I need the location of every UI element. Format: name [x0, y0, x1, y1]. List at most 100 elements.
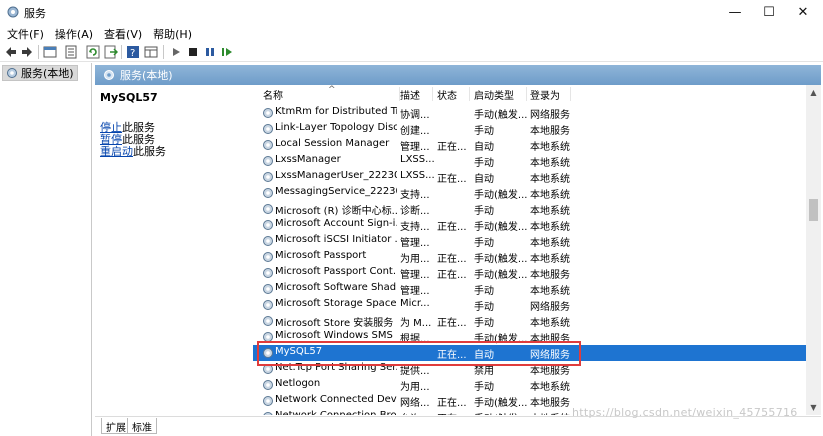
table-row[interactable]: Microsoft Software Shad... 管理... 手动 本地系统 [253, 281, 806, 297]
table-row[interactable]: Microsoft Passport 为用... 正在... 手动(触发... 本地系统 [253, 249, 806, 265]
table-row[interactable]: Local Session Manager 管理... 正在... 自动 本地系统 [253, 137, 806, 153]
table-row[interactable]: MessagingService_22230...支持... 手动(触发...本地… [253, 185, 806, 201]
table-row[interactable]: Microsoft Account Sign-i... 支持... 正在... 手动(… [253, 217, 806, 233]
services-gear-icon [104, 70, 114, 80]
cell-name: Microsoft Account Sign-i... [275, 218, 397, 229]
menu-help[interactable]: 帮助(H) [146, 24, 192, 42]
table-row[interactable]: Microsoft Storage Space... Micr... 手动 网络服务 [253, 297, 806, 313]
service-gear-icon [263, 268, 273, 278]
title-bar: 服务 — ☐ ✕ [0, 0, 823, 24]
cell-startup: 手动(触发... [474, 270, 528, 281]
properties-icon[interactable] [64, 45, 78, 59]
column-header-row: 名称 ^ 描述 状态 启动类型 登录为 [253, 85, 806, 103]
scroll-up-icon[interactable]: ▲ [806, 85, 821, 100]
cell-status: 正在... [437, 142, 467, 153]
start-service-icon[interactable] [169, 45, 183, 59]
cell-startup: 手动(触发... [474, 410, 528, 415]
table-row[interactable]: Microsoft Passport Cont... 管理... 正在... 手动(触… [253, 265, 806, 281]
table-row[interactable]: LxssManager LXSS... 手动 本地系统 [253, 153, 806, 169]
scroll-down-icon[interactable]: ▼ [806, 400, 821, 415]
cell-logon: 本地服务 [530, 270, 570, 281]
description-panel: MySQL57 停止此服务 暂停此服务 重启动此服务 [95, 85, 251, 415]
menu-file[interactable]: 文件(F) [0, 24, 44, 42]
cell-name: Microsoft Software Shad... [275, 282, 397, 293]
column-logon-as[interactable]: 登录为 [527, 87, 571, 102]
cell-logon: 网络服务 [530, 302, 570, 313]
help-icon[interactable]: ? [126, 45, 140, 59]
cell-name: Microsoft Storage Space... [275, 298, 397, 309]
restart-service-icon[interactable] [220, 45, 234, 59]
vertical-scrollbar[interactable]: ▲ ▼ [806, 85, 821, 415]
cell-name: Netlogon [275, 378, 321, 389]
table-row[interactable]: Microsoft (R) 诊断中心标... 诊断... 手动 本地系统 [253, 201, 806, 217]
svg-text:?: ? [130, 48, 135, 59]
pane-header: 服务(本地) [95, 65, 821, 85]
cell-name: Microsoft Store 安装服务 [275, 318, 394, 329]
service-gear-icon [263, 380, 273, 390]
view-icon[interactable] [144, 45, 158, 59]
service-gear-icon [263, 220, 273, 230]
export-icon[interactable] [104, 45, 118, 59]
toolbar: ? [0, 42, 823, 62]
column-status[interactable]: 状态 [434, 87, 470, 102]
stop-service-icon[interactable] [186, 45, 200, 59]
table-row[interactable]: Microsoft Store 安装服务为 M... 正在... 手动 本地系统 [253, 313, 806, 329]
service-gear-icon [263, 396, 273, 406]
column-startup-label: 启动类型 [474, 91, 514, 102]
menu-action[interactable]: 操作(A) [48, 24, 93, 42]
cell-desc: 管理... [400, 142, 430, 153]
tree-item-services-local[interactable]: 服务(本地) [2, 65, 78, 81]
cell-status: 正在... [437, 222, 467, 233]
service-gear-icon [263, 284, 273, 294]
cell-startup: 手动 [474, 318, 494, 329]
cell-name: Microsoft iSCSI Initiator ... [275, 234, 397, 245]
cell-name: Link-Layer Topology Disc... [275, 122, 397, 133]
cell-logon: 本地系统 [530, 190, 570, 201]
restart-service-link[interactable]: 重启动 [100, 145, 133, 158]
cell-desc: 创建... [400, 126, 430, 137]
pause-service-icon[interactable] [203, 45, 217, 59]
table-row[interactable]: Link-Layer Topology Disc... 创建... 手动 本地服务 [253, 121, 806, 137]
table-row[interactable]: LxssManagerUser_22230... LXSS... 正在... 自动 本地… [253, 169, 806, 185]
cell-desc: 协调... [400, 110, 430, 121]
cell-name: LxssManager [275, 154, 341, 165]
cell-desc: 支持... [400, 222, 430, 233]
cell-startup: 手动(触发... [474, 222, 528, 233]
service-gear-icon [263, 316, 273, 326]
table-row[interactable]: Microsoft iSCSI Initiator ... 管理... 手动 本地系统 [253, 233, 806, 249]
column-startup-type[interactable]: 启动类型 [471, 87, 527, 102]
cell-logon: 本地系统 [530, 174, 570, 185]
table-row[interactable]: Netlogon 为用... 手动 本地系统 [253, 377, 806, 393]
forward-icon[interactable] [20, 45, 34, 59]
toolbar-separator [163, 45, 164, 59]
column-description[interactable]: 描述 [397, 87, 433, 102]
cell-desc: 为用... [400, 382, 430, 393]
cell-status: 正在... [437, 318, 467, 329]
table-row[interactable]: KtmRm for Distributed Tr... 协调... 手动(触发...… [253, 105, 806, 121]
close-button[interactable]: ✕ [786, 0, 820, 24]
cell-desc: 支持... [400, 190, 430, 201]
cell-logon: 本地系统 [530, 222, 570, 233]
console-tree-icon[interactable] [43, 45, 57, 59]
pane-title: 服务(本地) [120, 69, 173, 82]
cell-startup: 手动 [474, 302, 494, 313]
cell-startup: 手动 [474, 382, 494, 393]
cell-logon: 本地系统 [530, 142, 570, 153]
refresh-icon[interactable] [86, 45, 100, 59]
tab-standard[interactable]: 标准 [127, 418, 157, 434]
column-name[interactable]: 名称 ^ [260, 85, 400, 102]
back-icon[interactable] [4, 45, 18, 59]
minimize-button[interactable]: — [718, 0, 752, 24]
cell-desc: 允许... [400, 410, 434, 415]
service-gear-icon [263, 172, 273, 182]
maximize-button[interactable]: ☐ [752, 0, 786, 24]
cell-startup: 自动 [474, 174, 494, 185]
menu-view[interactable]: 查看(V) [97, 24, 142, 42]
scroll-thumb[interactable] [809, 199, 818, 221]
service-gear-icon [263, 252, 273, 262]
service-gear-icon [263, 300, 273, 310]
cell-logon: 本地服务 [530, 126, 570, 137]
restart-service-line: 重启动此服务 [100, 143, 166, 159]
column-name-label: 名称 [263, 91, 283, 102]
services-gear-icon [7, 6, 19, 18]
